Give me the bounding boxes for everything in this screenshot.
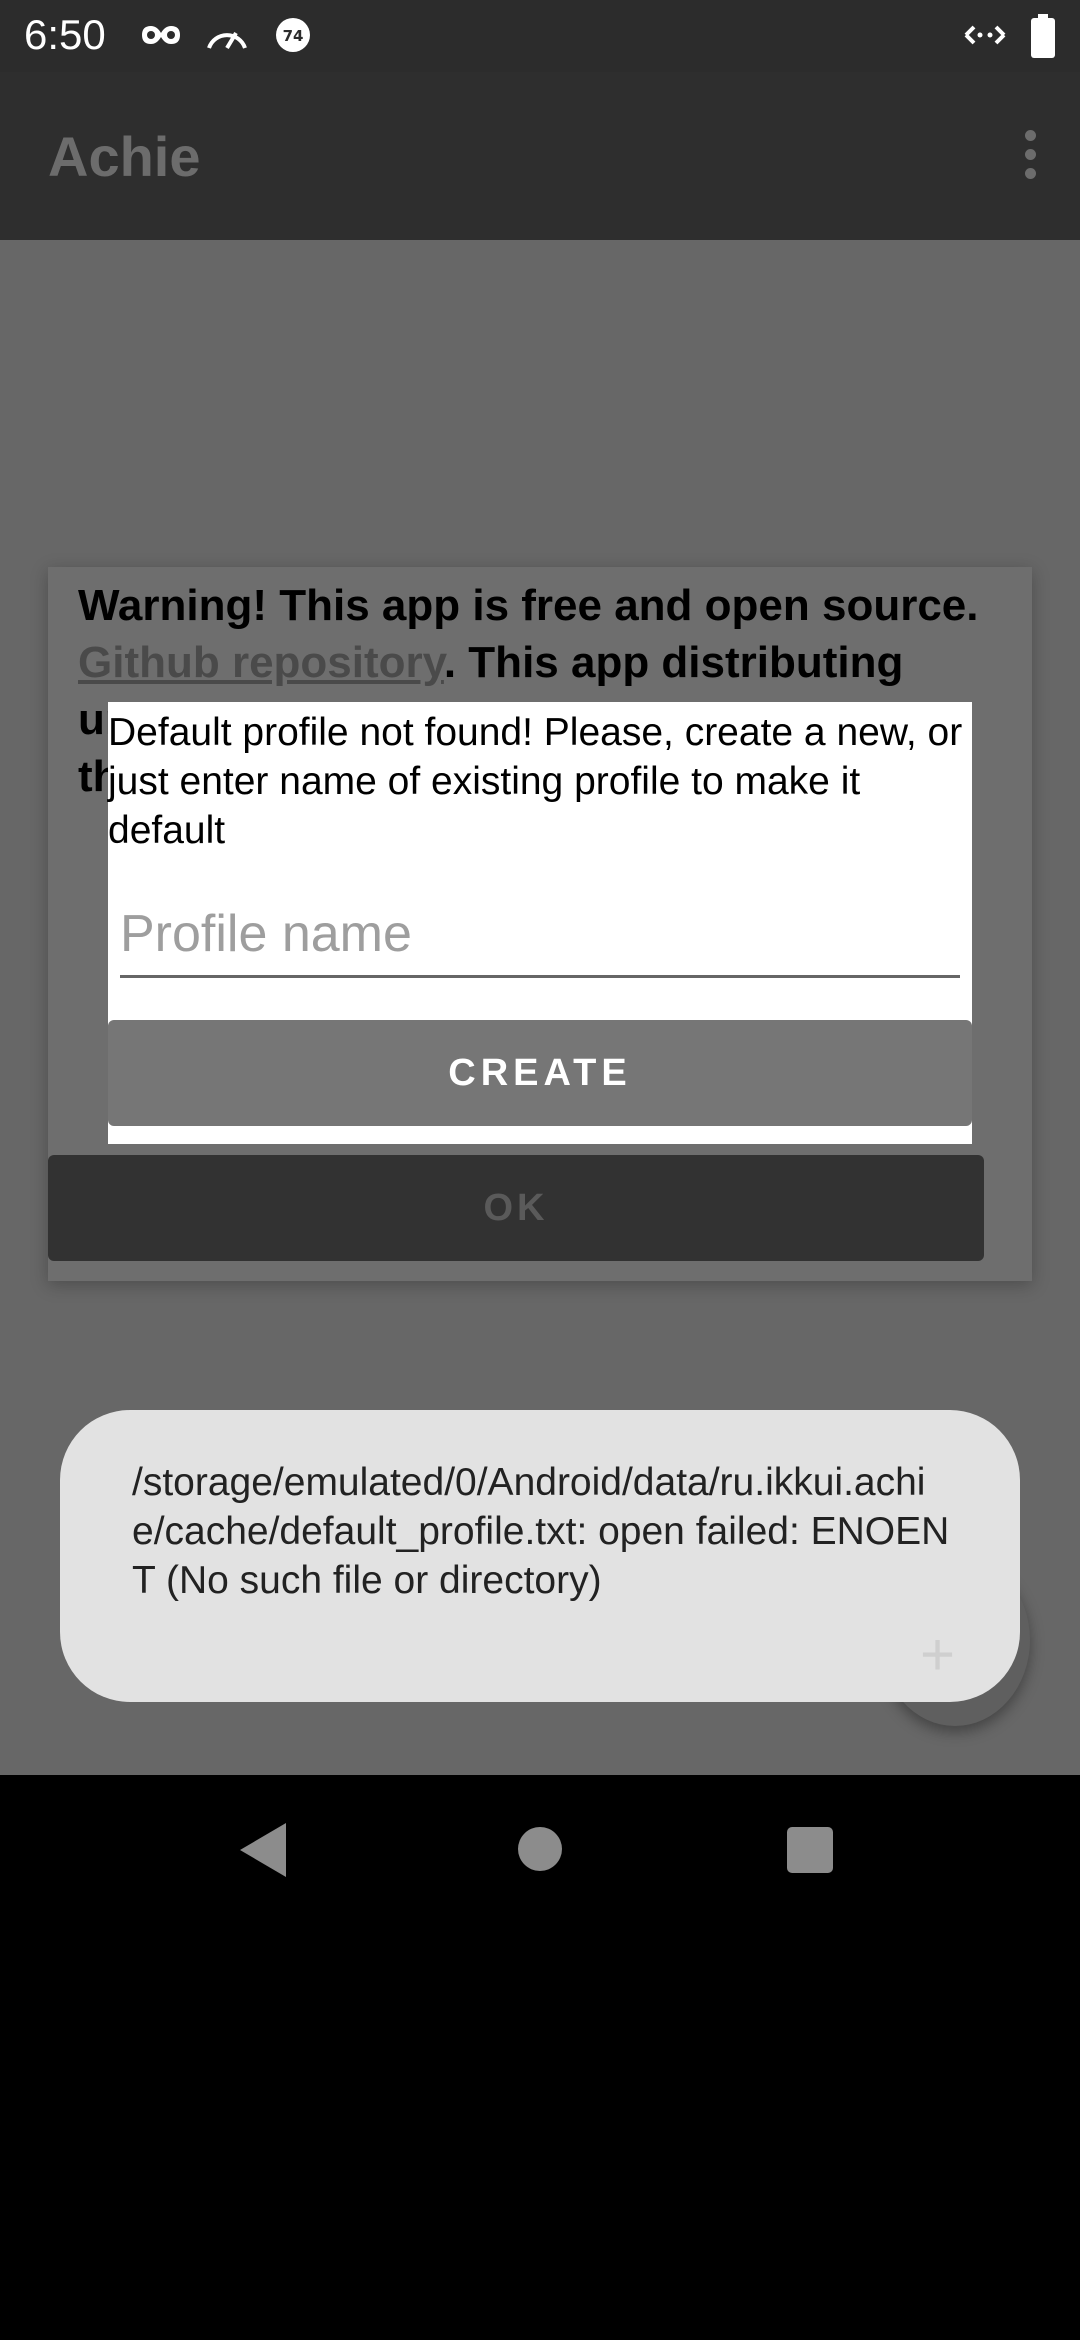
app-bar: Achie <box>0 72 1080 240</box>
profile-dialog: Default profile not found! Please, creat… <box>108 702 972 1144</box>
speedometer-icon <box>207 31 247 50</box>
battery-icon <box>1031 14 1055 58</box>
home-icon[interactable] <box>518 1827 562 1871</box>
profile-name-input[interactable] <box>120 892 960 978</box>
incognito-icon <box>142 26 180 44</box>
status-bar: 6:50 74 <box>0 0 1080 72</box>
create-button[interactable]: CREATE <box>108 1020 972 1126</box>
github-repository-link[interactable]: Github repository <box>78 638 444 687</box>
recents-icon[interactable] <box>787 1827 833 1873</box>
toast-message: /storage/emulated/0/Android/data/ru.ikku… <box>132 1461 950 1602</box>
profile-dialog-message: Default profile not found! Please, creat… <box>108 711 963 852</box>
app-title: Achie <box>48 125 201 188</box>
ok-button[interactable]: OK <box>48 1155 984 1261</box>
notification-badge-icon: 74 <box>276 18 310 52</box>
toast: /storage/emulated/0/Android/data/ru.ikku… <box>60 1410 1020 1702</box>
plus-icon: + <box>920 1621 956 1688</box>
overflow-menu-icon[interactable] <box>1010 122 1050 192</box>
status-time: 6:50 <box>24 11 106 58</box>
navigation-bar <box>0 1775 1080 1927</box>
data-transfer-icon <box>964 25 1006 45</box>
warning-text-part1: Warning! This app is free and open sourc… <box>78 581 979 630</box>
back-icon[interactable] <box>240 1823 286 1877</box>
badge-text: 74 <box>283 27 304 45</box>
